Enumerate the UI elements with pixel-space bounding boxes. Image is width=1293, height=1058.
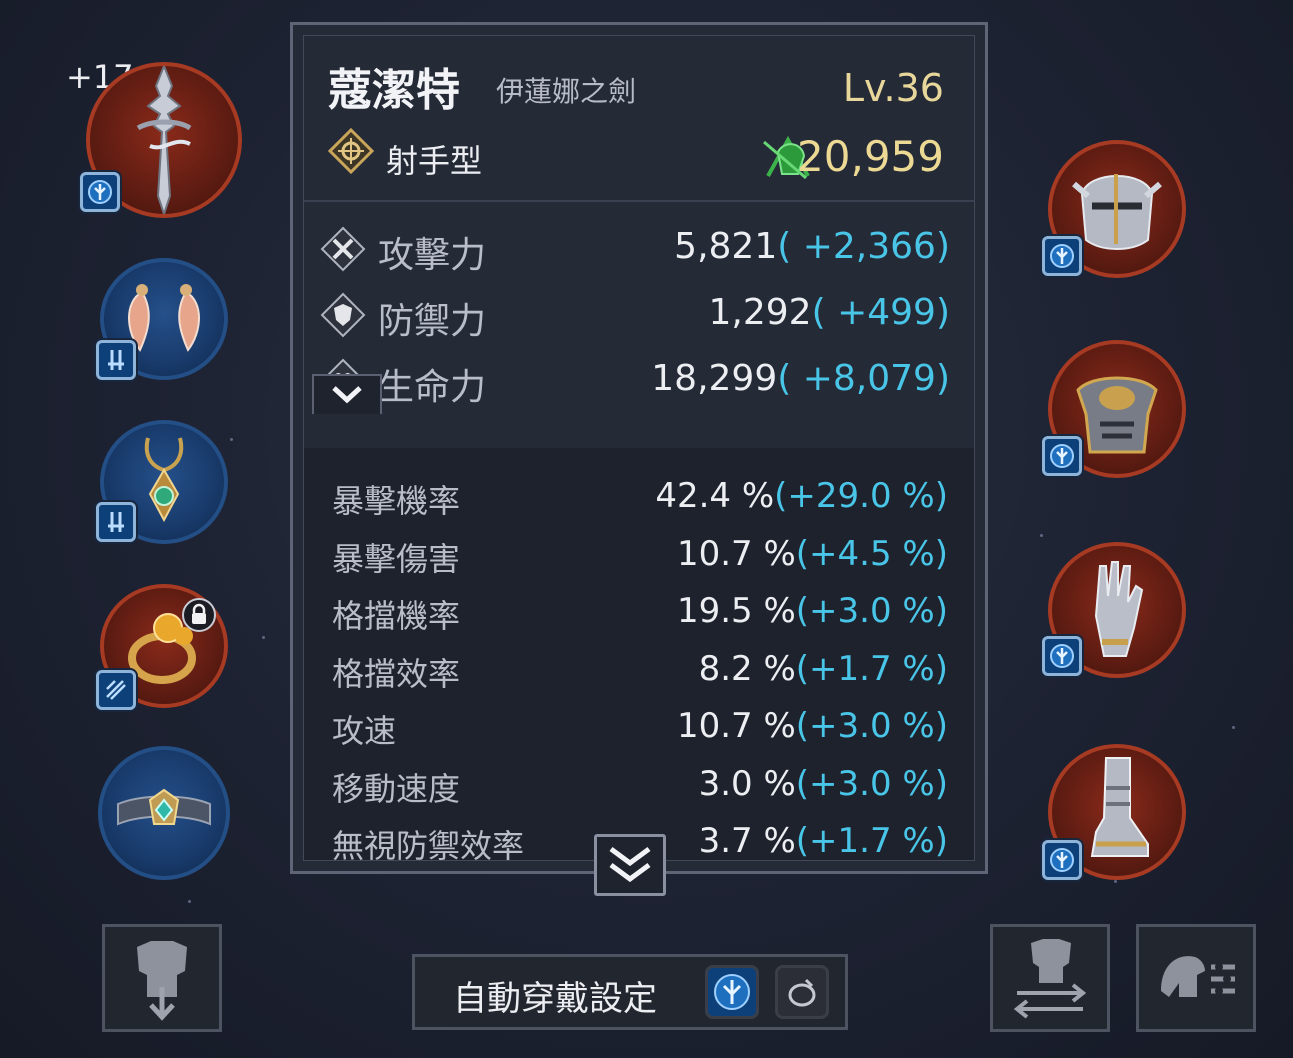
stat-label: 防禦力 <box>378 301 487 342</box>
sub-stat-label: 格擋效率 <box>332 655 461 693</box>
sub-stat-label: 移動速度 <box>332 770 461 808</box>
sub-stat-value: 10.7 %(+3.0 %) <box>676 706 948 746</box>
sub-stat-label: 無視防禦效率 <box>332 827 525 865</box>
star <box>1232 726 1235 729</box>
sub-stat-value: 3.7 %(+1.7 %) <box>698 821 948 861</box>
earring-grade-badge <box>96 340 136 380</box>
stat-value: 18,299( +8,079) <box>651 358 950 399</box>
chevron-down-icon <box>332 386 362 404</box>
sub-stat-row: 攻速 10.7 %(+3.0 %) <box>304 706 974 756</box>
sub-stat-row: 暴擊傷害 10.7 %(+4.5 %) <box>304 534 974 584</box>
claw-grade-icon <box>106 680 126 700</box>
stat-bonus: ( +2,366) <box>777 226 950 267</box>
belt-slot[interactable] <box>98 746 230 880</box>
sub-stat-row: 暴擊機率 42.4 %(+29.0 %) <box>304 476 974 526</box>
sub-stat-label: 暴擊機率 <box>332 482 461 520</box>
expand-main-stats-button[interactable] <box>312 374 382 414</box>
stat-row-life: 生命力 18,299( +8,079) <box>304 358 974 418</box>
lock-icon[interactable] <box>182 598 216 632</box>
character-stat-panel: 蔻潔特 伊蓮娜之劍 Lv.36 射手型 20,959 攻擊力 5,821(+2… <box>290 22 988 874</box>
trident-icon <box>88 180 112 204</box>
character-name: 蔻潔特 <box>328 65 460 116</box>
trident-icon <box>1050 244 1074 268</box>
stat-label: 攻擊力 <box>378 235 487 276</box>
star <box>188 900 191 903</box>
belt-icon <box>117 788 211 826</box>
stat-label: 生命力 <box>378 367 487 408</box>
stat-bonus: ( +8,079) <box>777 358 950 399</box>
defense-icon <box>320 292 366 338</box>
auto-equip-ring-toggle[interactable] <box>775 965 829 1019</box>
star <box>262 636 265 639</box>
necklace-grade-badge <box>96 502 136 542</box>
character-level: Lv.36 <box>842 66 944 110</box>
double-chevron-down-icon <box>609 846 651 883</box>
armor-grade-badge <box>1042 436 1082 476</box>
ring-grade-badge <box>96 670 136 710</box>
trident-icon <box>1050 848 1074 872</box>
stat-row-defense: 防禦力 1,292( +499) <box>304 292 974 352</box>
armor-swap-icon <box>1013 939 1087 1019</box>
sub-stat-row: 格擋效率 8.2 %(+1.7 %) <box>304 649 974 699</box>
expand-sub-stats-button[interactable] <box>594 834 666 896</box>
sub-stat-label: 暴擊傷害 <box>332 540 461 578</box>
weapon-grade-badge <box>80 172 120 212</box>
combat-power-value: 20,959 <box>797 132 944 181</box>
sub-stat-label: 格擋機率 <box>332 597 461 635</box>
gloves-grade-badge <box>1042 636 1082 676</box>
header-divider <box>304 200 974 202</box>
star <box>1040 534 1043 537</box>
auto-equip-label: 自動穿戴設定 <box>453 979 657 1019</box>
trident-icon <box>1050 444 1074 468</box>
sub-stat-row: 格擋機率 19.5 %(+3.0 %) <box>304 591 974 641</box>
auto-equip-settings-button[interactable]: 自動穿戴設定 <box>412 954 848 1030</box>
sub-stat-label: 攻速 <box>332 712 397 750</box>
stat-value: 5,821( +2,366) <box>674 226 950 267</box>
sub-stats-area[interactable]: 暴擊機率 42.4 %(+29.0 %) 暴擊傷害 10.7 %(+4.5 %)… <box>304 448 974 865</box>
helmet-grade-badge <box>1042 236 1082 276</box>
boots-grade-badge <box>1042 840 1082 880</box>
spartan-helmet-settings-icon <box>1161 956 1235 997</box>
attack-icon <box>320 226 366 272</box>
trident-icon <box>714 974 750 1010</box>
sword-grade-icon <box>108 512 124 532</box>
star <box>1114 880 1117 883</box>
unequip-all-button[interactable] <box>102 924 222 1032</box>
sub-stat-value: 10.7 %(+4.5 %) <box>676 534 948 574</box>
armor-down-icon <box>137 941 187 1021</box>
swap-equipment-button[interactable] <box>990 924 1110 1032</box>
panel-inner: 蔻潔特 伊蓮娜之劍 Lv.36 射手型 20,959 攻擊力 5,821(+2… <box>303 35 975 865</box>
character-header: 蔻潔特 伊蓮娜之劍 Lv.36 射手型 20,959 <box>304 36 974 200</box>
sub-stat-value: 42.4 %(+29.0 %) <box>655 476 948 516</box>
sub-stat-row: 移動速度 3.0 %(+3.0 %) <box>304 764 974 814</box>
auto-equip-grade-toggle[interactable] <box>705 965 759 1019</box>
stat-value: 1,292( +499) <box>708 292 950 333</box>
stat-row-attack: 攻擊力 5,821( +2,366) <box>304 226 974 286</box>
character-title: 伊蓮娜之劍 <box>496 75 637 108</box>
class-diamond-icon <box>328 128 374 174</box>
character-settings-button[interactable] <box>1136 924 1256 1032</box>
sub-stat-value: 3.0 %(+3.0 %) <box>698 764 948 804</box>
ring-outline-icon <box>788 978 816 1007</box>
sub-stat-value: 8.2 %(+1.7 %) <box>698 649 948 689</box>
character-class: 射手型 <box>386 142 483 180</box>
stat-bonus: ( +499) <box>811 292 950 333</box>
sword-grade-icon <box>108 350 124 370</box>
sub-stat-value: 19.5 %(+3.0 %) <box>676 591 948 631</box>
trident-icon <box>1050 644 1074 668</box>
star <box>230 438 233 441</box>
